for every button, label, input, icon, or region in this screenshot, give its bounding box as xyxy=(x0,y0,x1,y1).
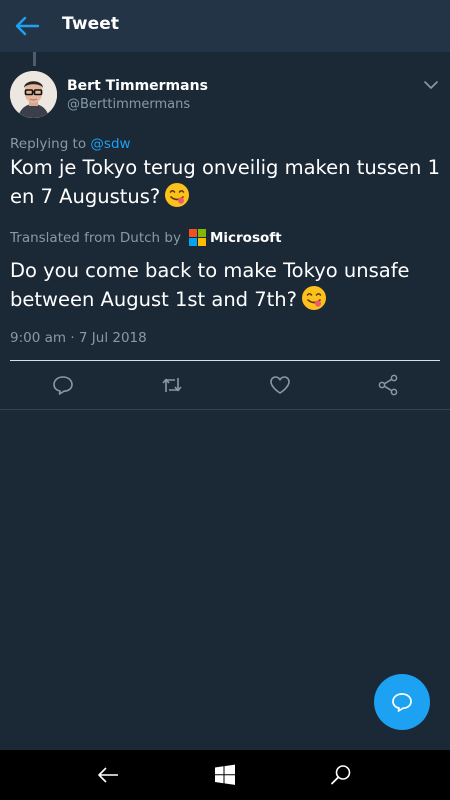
page-title: Tweet xyxy=(62,14,120,34)
translated-text: Do you come back to make Tokyo unsafe be… xyxy=(10,257,444,314)
search-icon[interactable] xyxy=(329,763,353,787)
tweet-timestamp: 9:00 am · 7 Jul 2018 xyxy=(10,330,147,346)
microsoft-logo-icon xyxy=(188,229,206,246)
author-name[interactable]: Bert Timmermans xyxy=(67,78,208,94)
retweet-icon[interactable] xyxy=(160,373,184,397)
back-arrow-icon[interactable] xyxy=(14,14,40,38)
author-handle[interactable]: @Berttimmermans xyxy=(67,97,190,112)
savoring-face-emoji-icon xyxy=(165,183,190,207)
translated-text-body: Do you come back to make Tokyo unsafe be… xyxy=(10,259,410,311)
translator-name: Microsoft xyxy=(209,229,282,246)
chevron-down-icon[interactable] xyxy=(422,78,440,92)
app-header: Tweet xyxy=(0,0,450,52)
translated-from-label: Translated from Dutch by xyxy=(10,229,181,246)
avatar[interactable] xyxy=(10,71,57,118)
tweet-text: Kom je Tokyo terug onveilig maken tussen… xyxy=(10,154,444,211)
avatar-portrait xyxy=(10,71,57,118)
tweet-actions xyxy=(0,361,450,409)
replying-prefix: Replying to xyxy=(10,136,91,152)
compose-reply-button[interactable] xyxy=(374,674,430,730)
system-navigation-bar xyxy=(0,750,450,800)
replying-to: Replying to @sdw xyxy=(10,136,131,152)
thread-connector xyxy=(33,52,36,66)
share-icon[interactable] xyxy=(376,373,400,397)
replying-to-handle[interactable]: @sdw xyxy=(90,136,130,152)
nav-back-icon[interactable] xyxy=(96,763,120,787)
tweet-text-body: Kom je Tokyo terug onveilig maken tussen… xyxy=(10,156,440,208)
translation-attribution: Translated from Dutch by Microsoft xyxy=(10,229,282,246)
divider xyxy=(0,409,450,410)
windows-logo-icon[interactable] xyxy=(213,763,237,787)
compose-reply-icon xyxy=(392,693,412,712)
like-heart-icon[interactable] xyxy=(268,373,292,397)
savoring-face-emoji-icon xyxy=(302,286,327,310)
reply-icon[interactable] xyxy=(51,373,75,397)
